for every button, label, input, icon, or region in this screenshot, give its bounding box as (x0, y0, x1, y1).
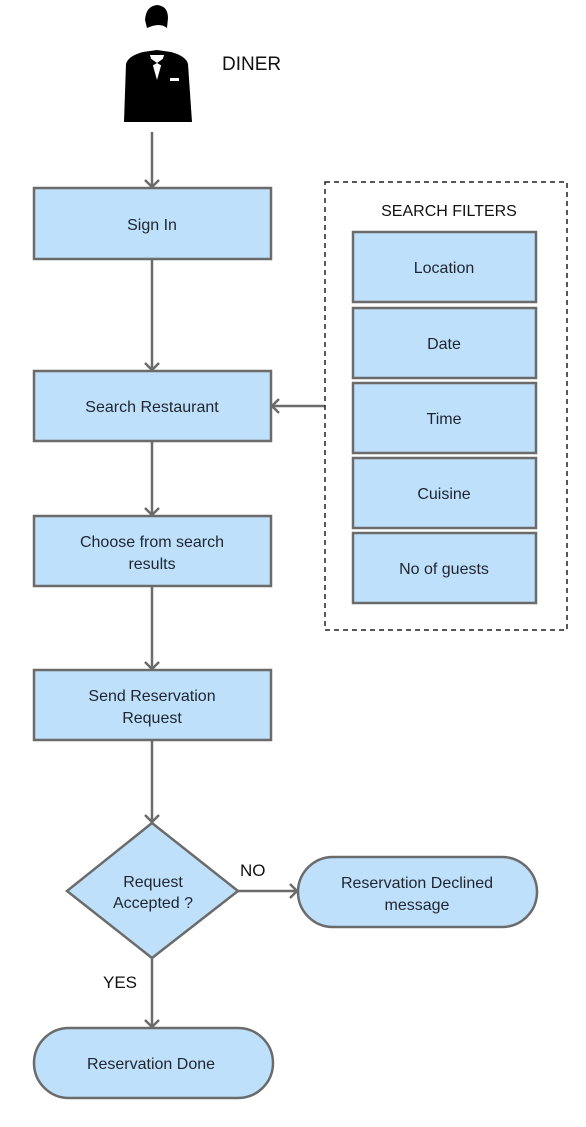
step-choose-results: Choose from search results (32, 514, 273, 588)
person-in-tuxedo-icon (124, 5, 192, 122)
label: Request (122, 710, 182, 727)
yes-label: YES (103, 973, 137, 992)
label: message (385, 897, 450, 914)
label: Date (427, 336, 461, 353)
label: Search Restaurant (85, 399, 219, 416)
filter-date: Date (351, 306, 538, 380)
label: No of guests (399, 561, 489, 578)
label: results (128, 556, 175, 573)
search-filters-group: SEARCH FILTERS Location Date Time Cuisin… (324, 181, 568, 631)
filters-title: SEARCH FILTERS (381, 203, 517, 220)
filter-cuisine: Cuisine (351, 456, 538, 530)
filter-time: Time (351, 381, 538, 455)
outcome-done: Reservation Done (32, 1026, 275, 1100)
flowchart: DINER Sign In Search Restaurant Choose f… (32, 5, 568, 1100)
label: Reservation Declined (341, 875, 493, 892)
label: Location (414, 260, 475, 277)
label: Sign In (127, 217, 177, 234)
outcome-declined: Reservation Declined message (296, 855, 539, 929)
label: Request (123, 874, 183, 891)
no-label: NO (240, 861, 266, 880)
step-search-restaurant: Search Restaurant (32, 369, 273, 443)
label: Cuisine (417, 486, 470, 503)
step-sign-in: Sign In (32, 186, 273, 261)
filter-guests: No of guests (351, 531, 538, 605)
label: Time (427, 411, 462, 428)
decision-request-accepted: Request Accepted ? (64, 821, 241, 960)
step-send-request: Send Reservation Request (32, 668, 273, 742)
label: Reservation Done (87, 1056, 215, 1073)
label: Accepted ? (113, 895, 193, 912)
label: Send Reservation (88, 688, 215, 705)
label: Choose from search (80, 534, 224, 551)
filter-location: Location (351, 230, 538, 304)
actor-label: DINER (222, 54, 281, 75)
